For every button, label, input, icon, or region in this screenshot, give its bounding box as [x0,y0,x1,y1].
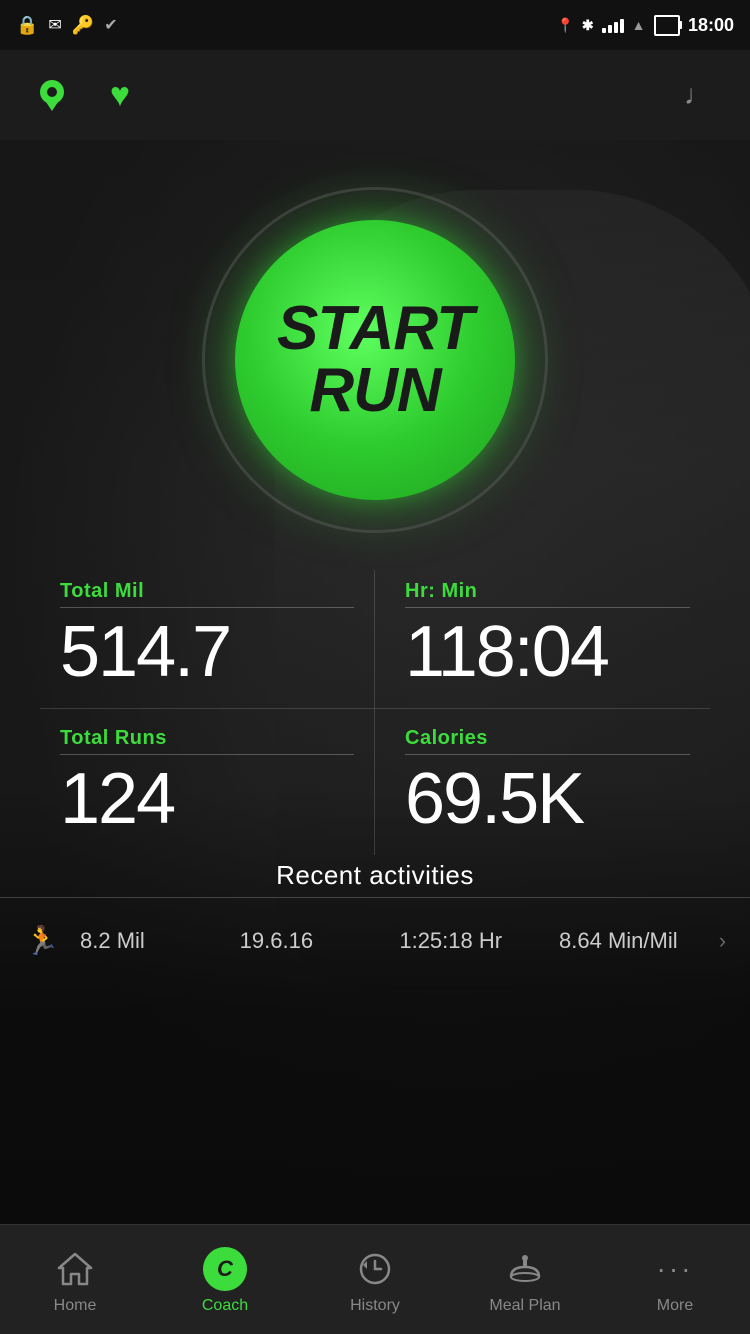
stat-total-runs-label: Total Runs [60,727,354,750]
history-icon [357,1251,393,1287]
activity-list-item[interactable]: 🏃 8.2 Mil 19.6.16 1:25:18 Hr 8.64 Min/Mi… [0,912,750,969]
stat-divider-4 [405,754,690,755]
stat-total-miles: Total Mil 514.7 [40,570,375,709]
running-person-icon: 🏃 [24,924,60,957]
more-icon-wrap: ··· [651,1245,699,1293]
start-run-line1: START [277,298,473,360]
nav-label-coach: Coach [202,1297,248,1315]
pin-icon [34,77,70,113]
more-dots-icon: ··· [657,1253,694,1285]
stat-total-runs-value: 124 [60,763,354,835]
nav-item-meal-plan[interactable]: Meal Plan [450,1225,600,1334]
lock-icon: 🔒 [16,15,38,36]
history-icon-wrap [351,1245,399,1293]
stat-calories-label: Calories [405,727,690,750]
mobile-signal-icon: ▲ [632,17,646,33]
location-button[interactable] [30,73,74,117]
stat-hr-min-value: 118:04 [405,616,690,688]
nav-item-home[interactable]: Home [0,1225,150,1334]
chevron-right-icon: › [719,928,726,954]
nav-label-home: Home [54,1297,97,1315]
location-status-icon: 📍 [556,17,573,34]
stat-total-runs: Total Runs 124 [40,709,375,855]
recent-divider [0,897,750,898]
status-bar: 🔒 ✉ 🔑 ✔ 📍 ✱ ▲ 18:00 [0,0,750,50]
meal-plan-icon [507,1251,543,1287]
coach-icon: C [203,1247,247,1291]
battery-icon [654,15,680,36]
status-time: 18:00 [688,15,734,36]
recent-activities-section: Recent activities 🏃 8.2 Mil 19.6.16 1:25… [0,860,750,969]
stat-divider-2 [405,607,690,608]
bluetooth-icon: ✱ [582,17,594,34]
music-icon: ♩ [684,79,712,111]
coach-letter: C [217,1256,233,1282]
top-bar: ♥ ♩ [0,50,750,140]
stat-divider-3 [60,754,354,755]
main-content: START RUN Total Mil 514.7 Hr: Min 118:04… [0,140,750,1224]
home-icon-wrap [51,1245,99,1293]
start-run-line2: RUN [309,360,440,422]
stat-divider-1 [60,607,354,608]
meal-plan-icon-wrap [501,1245,549,1293]
recent-activities-title: Recent activities [0,860,750,891]
nav-item-coach[interactable]: C Coach [150,1225,300,1334]
start-run-container: START RUN [185,170,565,550]
activity-date: 19.6.16 [240,928,380,954]
stat-calories-value: 69.5K [405,763,690,835]
stat-hr-min: Hr: Min 118:04 [375,570,710,709]
heart-icon: ♥ [110,78,130,112]
stat-calories: Calories 69.5K [375,709,710,855]
stat-hr-min-label: Hr: Min [405,580,690,603]
check-icon: ✔ [104,15,117,35]
bottom-navigation: Home C Coach History [0,1224,750,1334]
status-bar-left-icons: 🔒 ✉ 🔑 ✔ [16,15,118,36]
home-icon [57,1252,93,1286]
nav-label-more: More [657,1297,693,1315]
start-run-outer-ring: START RUN [185,170,565,550]
activity-pace: 8.64 Min/Mil [559,928,699,954]
activity-time: 1:25:18 Hr [399,928,539,954]
nav-label-history: History [350,1297,400,1315]
stat-total-miles-label: Total Mil [60,580,354,603]
nav-item-history[interactable]: History [300,1225,450,1334]
top-bar-left: ♥ [30,73,142,117]
nav-label-meal-plan: Meal Plan [489,1297,560,1315]
email-icon: ✉ [48,15,61,35]
nav-item-more[interactable]: ··· More [600,1225,750,1334]
key-icon: 🔑 [72,15,94,36]
activity-distance: 8.2 Mil [80,928,220,954]
music-button[interactable]: ♩ [676,73,720,117]
stats-grid: Total Mil 514.7 Hr: Min 118:04 Total Run… [0,570,750,855]
wifi-icon [602,17,624,33]
status-bar-right-icons: 📍 ✱ ▲ 18:00 [556,15,734,36]
start-run-button[interactable]: START RUN [235,220,515,500]
coach-icon-wrap: C [201,1245,249,1293]
stat-total-miles-value: 514.7 [60,616,354,688]
heart-button[interactable]: ♥ [98,73,142,117]
